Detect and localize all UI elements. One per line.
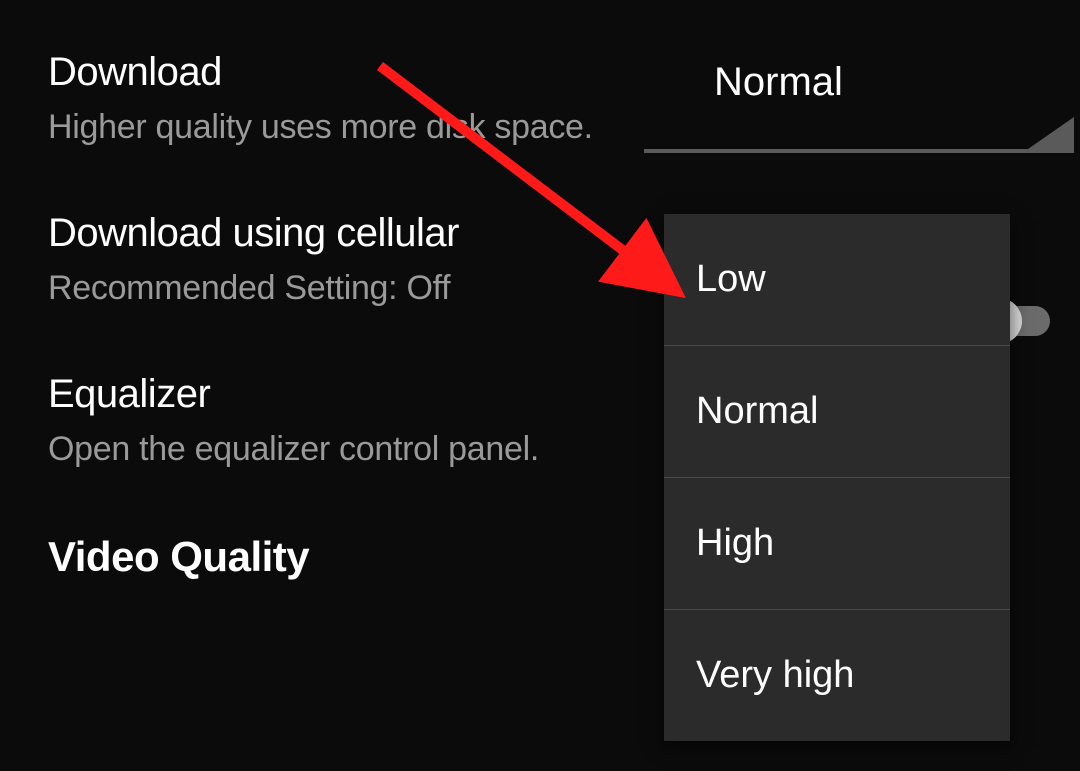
- dropdown-option-very-high[interactable]: Very high: [664, 610, 1010, 741]
- dropdown-underline: [644, 149, 1074, 153]
- setting-text-equalizer: Equalizer Open the equalizer control pan…: [48, 372, 539, 473]
- download-cellular-subtitle: Recommended Setting: Off: [48, 266, 459, 312]
- dropdown-triangle-icon: [1028, 117, 1074, 149]
- settings-screen: Download Higher quality uses more disk s…: [0, 0, 1080, 771]
- setting-text-download-cellular: Download using cellular Recommended Sett…: [48, 211, 459, 312]
- download-quality-dropdown: Low Normal High Very high: [664, 214, 1010, 741]
- equalizer-subtitle: Open the equalizer control panel.: [48, 427, 539, 473]
- dropdown-option-normal[interactable]: Normal: [664, 346, 1010, 478]
- download-subtitle: Higher quality uses more disk space.: [48, 105, 593, 151]
- download-quality-selector[interactable]: Normal: [644, 60, 1074, 153]
- download-title: Download: [48, 50, 593, 95]
- setting-text-download: Download Higher quality uses more disk s…: [48, 50, 593, 151]
- dropdown-option-low[interactable]: Low: [664, 214, 1010, 346]
- download-quality-current-value: Normal: [714, 60, 1074, 105]
- equalizer-title: Equalizer: [48, 372, 539, 417]
- dropdown-option-high[interactable]: High: [664, 478, 1010, 610]
- download-cellular-title: Download using cellular: [48, 211, 459, 256]
